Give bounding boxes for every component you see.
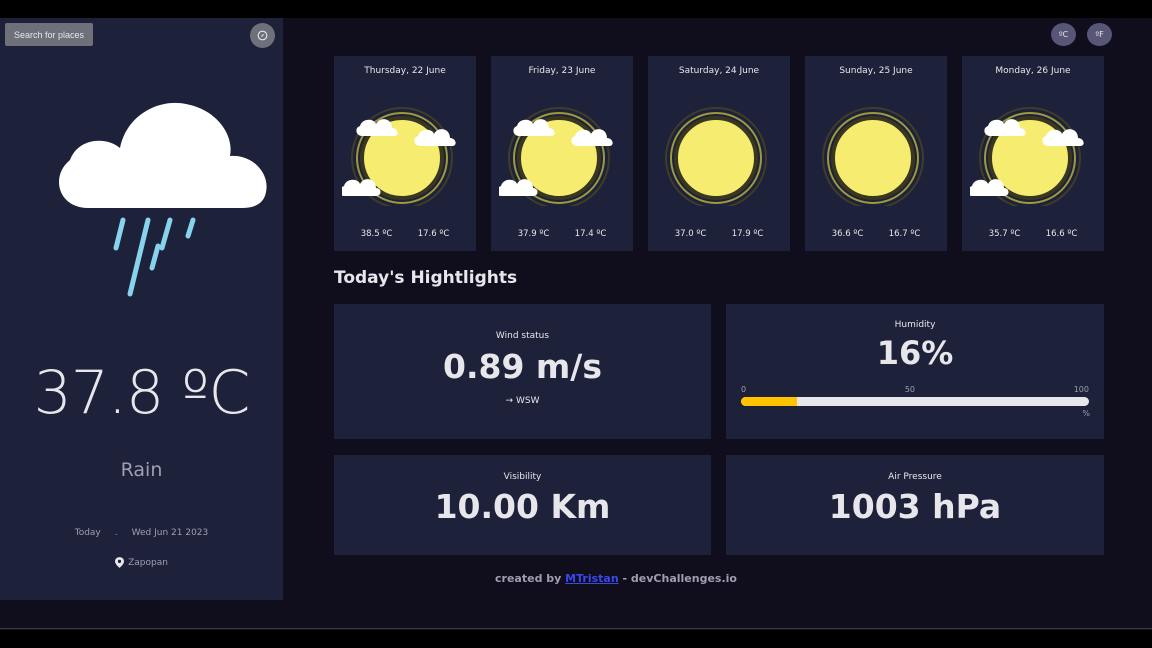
crosshair-icon: [257, 30, 268, 41]
current-location-button[interactable]: [250, 23, 275, 48]
heavy-rain-icon: [58, 102, 267, 297]
sun-icon: [822, 107, 924, 206]
footer-suffix: - devChallenges.io: [622, 572, 737, 585]
humidity-label: Humidity: [894, 320, 936, 330]
arrow-right-icon: →: [505, 396, 514, 406]
visibility-label: Visibility: [503, 472, 542, 482]
location: Zapopan: [0, 557, 283, 568]
sun-with-clouds-icon: [342, 107, 456, 206]
highlights-title: Today's Hightlights: [334, 268, 518, 288]
sun-with-clouds-icon: [499, 107, 613, 206]
forecast-temps: 37.9 ºC 17.4 ºC: [491, 229, 633, 239]
forecast-max: 37.9 ºC: [517, 229, 550, 239]
pressure-value: 1003 hPa: [828, 487, 1002, 526]
wind-direction-label: WSW: [515, 396, 540, 406]
forecast-min: 17.6 ºC: [417, 229, 450, 239]
humidity-scale: 0 50 100: [741, 385, 1089, 394]
humidity-bar-fill: [741, 397, 797, 406]
forecast-card: Saturday, 24 June 37.0 ºC 17.9 ºC: [648, 56, 790, 251]
date-row: Today . Wed Jun 21 2023: [0, 528, 283, 538]
forecast-min: 17.4 ºC: [574, 229, 607, 239]
forecast-min: 16.7 ºC: [888, 229, 921, 239]
scale-mid: 50: [904, 385, 915, 394]
sun-icon: [665, 107, 767, 206]
scale-max: 100: [1073, 385, 1089, 394]
forecast-min: 16.6 ºC: [1045, 229, 1078, 239]
wind-value: 0.89 m/s: [443, 347, 602, 386]
wind-status-panel: Wind status 0.89 m/s → WSW: [334, 304, 711, 439]
wind-label: Wind status: [495, 331, 550, 341]
forecast-date: Thursday, 22 June: [364, 66, 446, 76]
visibility-value: 10.00 Km: [434, 487, 611, 526]
bottom-border: [0, 628, 1152, 629]
map-pin-icon: [115, 557, 125, 568]
sidebar: Search for places 37.8 ºC Rain Today . W…: [0, 18, 283, 600]
forecast-max: 37.0 ºC: [674, 229, 707, 239]
current-temperature: 37.8 ºC: [33, 358, 251, 428]
forecast-date: Saturday, 24 June: [678, 66, 760, 76]
fahrenheit-button[interactable]: ºF: [1087, 23, 1112, 46]
sun-with-clouds-icon: [970, 107, 1084, 206]
forecast-temps: 35.7 ºC 16.6 ºC: [962, 229, 1104, 239]
forecast-card: Monday, 26 June 35.7 ºC 16.6 ºC: [962, 56, 1104, 251]
current-date: Wed Jun 21 2023: [131, 528, 209, 538]
footer-prefix: created by: [495, 572, 562, 585]
wind-direction: → WSW: [334, 396, 711, 406]
humidity-bar: [741, 397, 1089, 406]
forecast-card: Friday, 23 June 37.9 ºC 17.4 ºC: [491, 56, 633, 251]
humidity-panel: Humidity 16% 0 50 100 %: [726, 304, 1104, 439]
forecast-temps: 37.0 ºC 17.9 ºC: [648, 229, 790, 239]
forecast-card: Sunday, 25 June 36.6 ºC 16.7 ºC: [805, 56, 947, 251]
humidity-unit: %: [1082, 409, 1090, 418]
forecast-temps: 38.5 ºC 17.6 ºC: [334, 229, 476, 239]
footer: created by MTristan - devChallenges.io: [334, 572, 898, 585]
forecast-max: 38.5 ºC: [360, 229, 393, 239]
forecast-max: 35.7 ºC: [988, 229, 1021, 239]
forecast-date: Monday, 26 June: [995, 66, 1071, 76]
air-pressure-panel: Air Pressure 1003 hPa: [726, 455, 1104, 555]
pressure-label: Air Pressure: [888, 472, 942, 482]
forecast-list: Thursday, 22 June 38.5 ºC 17.6 ºC Friday…: [334, 56, 1104, 251]
today-label: Today: [74, 528, 101, 538]
date-separator: .: [114, 528, 118, 538]
forecast-temps: 36.6 ºC 16.7 ºC: [805, 229, 947, 239]
search-places-button[interactable]: Search for places: [5, 23, 93, 46]
humidity-value: 16%: [876, 334, 954, 372]
forecast-card: Thursday, 22 June 38.5 ºC 17.6 ºC: [334, 56, 476, 251]
forecast-date: Sunday, 25 June: [839, 66, 913, 76]
forecast-max: 36.6 ºC: [831, 229, 864, 239]
app-frame: Search for places 37.8 ºC Rain Today . W…: [0, 18, 1152, 630]
celsius-button[interactable]: ºC: [1051, 23, 1076, 46]
forecast-date: Friday, 23 June: [528, 66, 596, 76]
location-name: Zapopan: [128, 557, 168, 568]
forecast-min: 17.9 ºC: [731, 229, 764, 239]
weather-condition: Rain: [120, 459, 163, 481]
author-link[interactable]: MTristan: [565, 572, 619, 585]
visibility-panel: Visibility 10.00 Km: [334, 455, 711, 555]
scale-min: 0: [741, 385, 747, 394]
